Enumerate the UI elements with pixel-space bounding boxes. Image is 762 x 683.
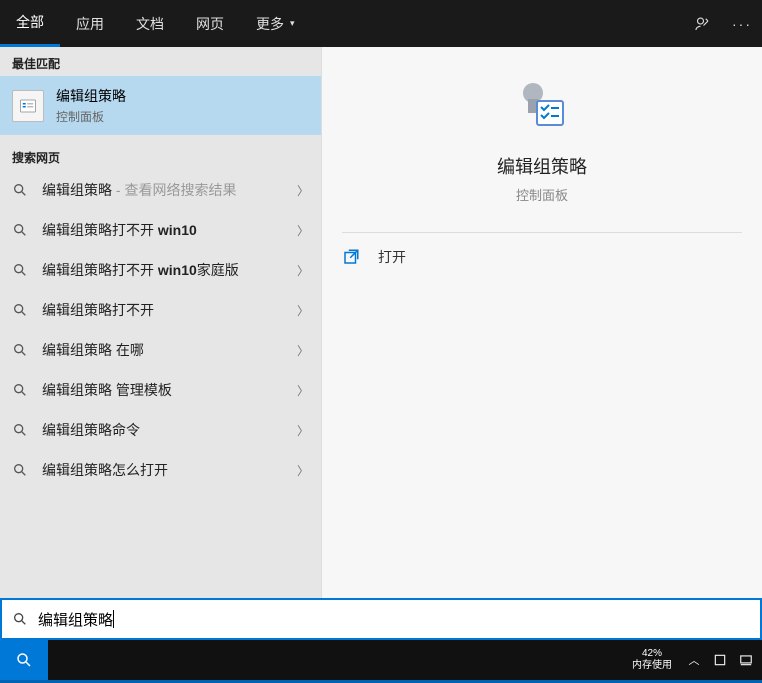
open-label: 打开: [378, 247, 406, 267]
search-input-value[interactable]: 编辑组策略: [38, 609, 113, 630]
more-options-button[interactable]: ···: [722, 0, 762, 47]
app-tray-icon: [713, 653, 727, 667]
web-result-4[interactable]: 编辑组策略 在哪 〉: [0, 330, 321, 370]
best-match-subtitle: 控制面板: [56, 108, 126, 125]
tray-chevron-up[interactable]: ︿: [684, 640, 704, 680]
more-icon: ···: [732, 16, 752, 32]
chevron-right-icon: 〉: [297, 462, 309, 479]
search-icon: [12, 611, 28, 627]
preview-title: 编辑组策略: [497, 153, 587, 179]
gpedit-large-icon: [513, 77, 571, 135]
tray-icon-2[interactable]: [736, 640, 756, 680]
web-result-1[interactable]: 编辑组策略打不开 win10 〉: [0, 210, 321, 250]
best-match-item[interactable]: 编辑组策略 控制面板: [0, 76, 321, 135]
chevron-right-icon: 〉: [297, 182, 309, 199]
open-icon: [342, 248, 360, 266]
preview-panel: 编辑组策略 控制面板 打开: [321, 47, 762, 598]
web-result-0[interactable]: 编辑组策略 - 查看网络搜索结果 〉: [0, 170, 321, 210]
tab-more-label: 更多: [256, 14, 284, 34]
chevron-right-icon: 〉: [297, 422, 309, 439]
search-icon: [12, 182, 28, 198]
tab-all[interactable]: 全部: [0, 0, 60, 47]
top-actions: ···: [682, 0, 762, 47]
chevron-up-icon: ︿: [689, 652, 700, 668]
search-icon: [12, 302, 28, 318]
web-result-3[interactable]: 编辑组策略打不开 〉: [0, 290, 321, 330]
tab-web[interactable]: 网页: [180, 0, 240, 47]
taskbar-tray: 42% 内存使用 ︿: [626, 640, 756, 680]
web-result-text: 编辑组策略打不开: [42, 300, 154, 320]
web-result-text: 编辑组策略打不开 win10家庭版: [42, 260, 239, 280]
search-icon: [12, 342, 28, 358]
results-panel: 最佳匹配 编辑组策略 控制面板 搜索网页 编辑组策略 - 查看网络搜索结果 〉 …: [0, 47, 321, 598]
feedback-button[interactable]: [682, 0, 722, 47]
tray-icon-1[interactable]: [710, 640, 730, 680]
taskbar-search-button[interactable]: [0, 640, 48, 680]
web-result-6[interactable]: 编辑组策略命令 〉: [0, 410, 321, 450]
memory-usage-indicator[interactable]: 42% 内存使用: [626, 648, 678, 672]
web-result-text: 编辑组策略命令: [42, 420, 140, 440]
web-result-text: 编辑组策略打不开 win10: [42, 220, 197, 240]
app-tray-icon: [739, 653, 753, 667]
text-cursor: [113, 610, 114, 628]
web-result-text: 编辑组策略 在哪: [42, 340, 144, 360]
preview-header: 编辑组策略 控制面板: [322, 77, 762, 204]
memory-percent: 42%: [632, 648, 672, 660]
web-result-text: 编辑组策略怎么打开: [42, 460, 168, 480]
best-match-text: 编辑组策略 控制面板: [56, 86, 126, 125]
search-icon: [12, 222, 28, 238]
preview-subtitle: 控制面板: [516, 185, 568, 204]
search-bar[interactable]: 编辑组策略: [0, 598, 762, 640]
top-tabs-bar: 全部 应用 文档 网页 更多 ▾ ···: [0, 0, 762, 47]
search-icon: [12, 262, 28, 278]
open-action[interactable]: 打开: [322, 233, 762, 281]
web-result-2[interactable]: 编辑组策略打不开 win10家庭版 〉: [0, 250, 321, 290]
main-area: 最佳匹配 编辑组策略 控制面板 搜索网页 编辑组策略 - 查看网络搜索结果 〉 …: [0, 47, 762, 598]
search-icon: [12, 462, 28, 478]
search-icon: [15, 651, 33, 669]
taskbar: 42% 内存使用 ︿: [0, 640, 762, 680]
search-icon: [12, 382, 28, 398]
chevron-right-icon: 〉: [297, 302, 309, 319]
feedback-icon: [693, 15, 711, 33]
chevron-right-icon: 〉: [297, 342, 309, 359]
chevron-right-icon: 〉: [297, 222, 309, 239]
tab-more[interactable]: 更多 ▾: [240, 0, 311, 47]
web-result-text: 编辑组策略 - 查看网络搜索结果: [42, 180, 236, 200]
search-icon: [12, 422, 28, 438]
memory-label: 内存使用: [632, 660, 672, 672]
tab-documents[interactable]: 文档: [120, 0, 180, 47]
tab-apps[interactable]: 应用: [60, 0, 120, 47]
gpedit-icon: [12, 90, 44, 122]
chevron-right-icon: 〉: [297, 382, 309, 399]
web-result-5[interactable]: 编辑组策略 管理模板 〉: [0, 370, 321, 410]
web-result-text: 编辑组策略 管理模板: [42, 380, 172, 400]
section-web-search: 搜索网页: [0, 141, 321, 170]
best-match-title: 编辑组策略: [56, 86, 126, 106]
chevron-right-icon: 〉: [297, 262, 309, 279]
section-best-match: 最佳匹配: [0, 47, 321, 76]
web-result-7[interactable]: 编辑组策略怎么打开 〉: [0, 450, 321, 490]
chevron-down-icon: ▾: [290, 18, 295, 29]
tabs-container: 全部 应用 文档 网页 更多 ▾: [0, 0, 311, 47]
